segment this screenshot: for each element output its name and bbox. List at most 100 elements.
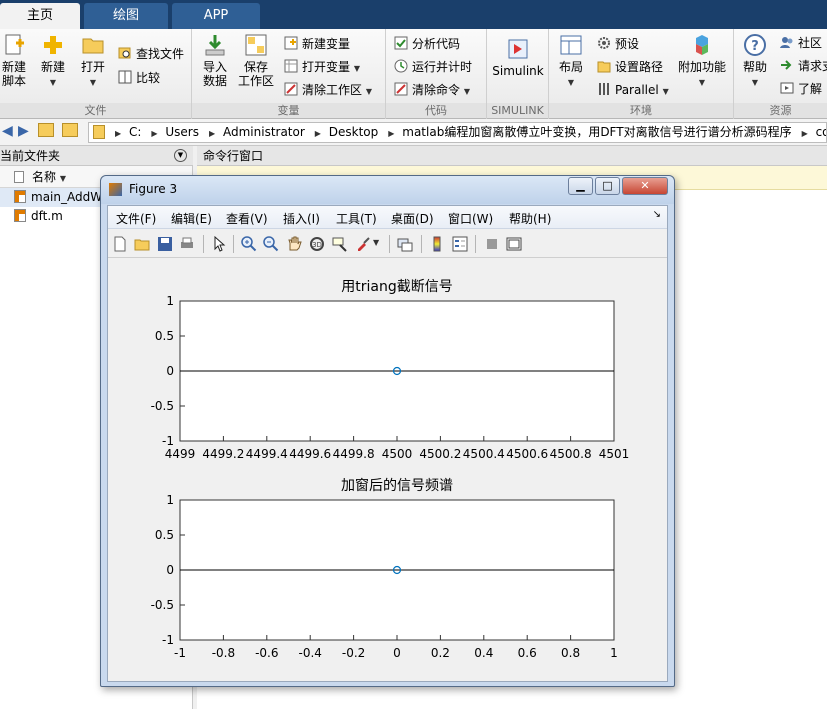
menu-window[interactable]: 窗口(W) <box>448 210 493 227</box>
up-folder-icon[interactable] <box>38 123 54 137</box>
zoom-out-icon[interactable] <box>263 236 279 252</box>
subplot-2[interactable]: 加窗后的信号频谱 1 0.5 0 -0.5 -1 -1 -0.8 -0.6 -0.4 -0.2 0… <box>151 477 618 660</box>
figure-plot-canvas[interactable]: 用triang截断信号 1 0.5 0 -0.5 -1 4499 4499.2 4499.4… <box>108 259 667 679</box>
clear-commands-caret[interactable]: ▼ <box>464 87 470 96</box>
pan-hand-icon[interactable] <box>286 236 302 252</box>
new-variable-button[interactable]: 新建变量 <box>284 35 350 53</box>
layout-button[interactable]: 布局 ▼ <box>555 33 587 90</box>
x-tick-label: 4500.2 <box>419 447 461 461</box>
request-support-button[interactable]: 请求支 <box>780 57 827 75</box>
menu-edit[interactable]: 编辑(E) <box>171 210 212 227</box>
new-figure-icon[interactable] <box>112 236 128 252</box>
breadcrumb-administrator[interactable]: Administrator <box>223 125 305 139</box>
find-files-button[interactable]: 查找文件 <box>118 45 184 63</box>
clear-workspace-icon <box>284 82 298 96</box>
brush-icon[interactable] <box>355 236 371 252</box>
run-and-time-label: 运行并计时 <box>412 60 473 74</box>
save-workspace-button[interactable]: 保存 工作区 <box>236 33 276 88</box>
layout-caret[interactable]: ▼ <box>568 78 574 87</box>
close-button[interactable]: ✕ <box>622 177 668 195</box>
open-button[interactable]: 打开 ▼ <box>76 33 110 90</box>
hide-plot-tools-icon[interactable] <box>484 236 500 252</box>
current-folder-path[interactable]: ▶ C: ▶ Users ▶ Administrator ▶ Desktop ▶ mat… <box>88 122 827 143</box>
y-tick-label: 1 <box>166 294 174 308</box>
preferences-label: 预设 <box>615 37 640 51</box>
breadcrumb-drive[interactable]: C: <box>129 125 141 139</box>
set-path-button[interactable]: 设置路径 <box>597 58 663 76</box>
parallel-button[interactable]: Parallel ▼ <box>597 81 669 99</box>
brush-dropdown-caret[interactable]: ▼ <box>373 238 381 254</box>
help-button[interactable]: ? 帮助 ▼ <box>740 33 770 90</box>
learn-button[interactable]: 了解 <box>780 80 822 98</box>
breadcrumb-code[interactable]: code <box>816 125 826 139</box>
help-caret[interactable]: ▼ <box>752 78 758 87</box>
compare-button[interactable]: 比较 <box>118 69 160 87</box>
new-script-button[interactable]: 新建 脚本 <box>0 33 28 88</box>
browse-folder-icon[interactable] <box>62 123 78 137</box>
clear-workspace-caret[interactable]: ▼ <box>366 87 372 96</box>
menu-view[interactable]: 查看(V) <box>226 210 268 227</box>
sort-caret[interactable]: ▼ <box>60 174 66 183</box>
run-and-time-button[interactable]: 运行并计时 <box>394 58 472 76</box>
tab-plots[interactable]: 绘图 <box>84 3 168 29</box>
forward-arrow-icon[interactable]: ▶ <box>18 123 29 139</box>
menu-desktop[interactable]: 桌面(D) <box>391 210 434 227</box>
name-column-header[interactable]: 名称 <box>32 170 56 184</box>
figure-title-bar[interactable]: Figure 3 ▁ □ ✕ <box>101 176 674 204</box>
file-name: dft.m <box>31 209 63 223</box>
rotate-3d-icon[interactable]: 3D <box>309 236 325 252</box>
current-folder-title: 当前文件夹 <box>0 149 61 163</box>
new-dropdown-caret[interactable]: ▼ <box>50 78 56 87</box>
save-icon[interactable] <box>157 236 173 252</box>
add-ons-caret[interactable]: ▼ <box>699 78 705 87</box>
open-dropdown-caret[interactable]: ▼ <box>90 78 96 87</box>
add-ons-icon <box>696 35 708 55</box>
parallel-caret[interactable]: ▼ <box>663 87 669 96</box>
analyze-code-button[interactable]: 分析代码 <box>394 35 460 53</box>
data-cursor-icon[interactable] <box>332 236 348 252</box>
panel-options-icon[interactable]: ▼ <box>174 149 187 162</box>
open-file-icon[interactable] <box>134 236 150 252</box>
menu-tools[interactable]: 工具(T) <box>336 210 377 227</box>
add-ons-button[interactable]: 附加功能 ▼ <box>677 33 727 90</box>
minimize-button[interactable]: ▁ <box>568 177 593 195</box>
path-separator-icon: ▶ <box>801 129 808 138</box>
zoom-in-icon[interactable] <box>241 236 257 252</box>
pointer-icon[interactable] <box>211 236 227 252</box>
legend-icon[interactable] <box>452 236 468 252</box>
link-plot-icon[interactable] <box>397 236 413 252</box>
menu-help[interactable]: 帮助(H) <box>509 210 551 227</box>
import-data-icon <box>205 35 225 56</box>
open-variable-button[interactable]: 打开变量 ▼ <box>284 58 360 76</box>
colorbar-icon[interactable] <box>429 236 445 252</box>
toolbar-separator <box>203 235 204 253</box>
dock-arrow-icon[interactable]: ↘ <box>653 209 661 220</box>
breadcrumb-project-folder[interactable]: matlab编程加窗离散傅立叶变换，用DFT对离散信号进行谱分析源码程序 <box>402 125 791 139</box>
breadcrumb-users[interactable]: Users <box>165 125 199 139</box>
breadcrumb-desktop[interactable]: Desktop <box>329 125 379 139</box>
community-button[interactable]: 社区 <box>780 34 822 52</box>
import-data-button[interactable]: 导入 数据 <box>200 33 230 88</box>
new-button[interactable]: 新建 ▼ <box>36 33 70 90</box>
menu-insert[interactable]: 插入(I) <box>283 210 320 227</box>
clear-commands-button[interactable]: 清除命令 ▼ <box>394 81 470 99</box>
tab-apps[interactable]: APP <box>172 3 260 29</box>
tab-home[interactable]: 主页 <box>0 3 80 29</box>
clear-workspace-button[interactable]: 清除工作区 ▼ <box>284 81 372 99</box>
show-plot-tools-icon[interactable] <box>506 236 522 252</box>
y-tick-label: -1 <box>162 434 174 448</box>
path-separator-icon: ▶ <box>314 129 321 138</box>
open-variable-label: 打开变量 <box>302 60 351 74</box>
open-variable-caret[interactable]: ▼ <box>354 64 360 73</box>
simulink-button[interactable]: Simulink <box>491 37 545 78</box>
menu-file[interactable]: 文件(F) <box>116 210 156 227</box>
maximize-button[interactable]: □ <box>595 177 620 195</box>
community-label: 社区 <box>798 36 823 50</box>
resources-group-label: 资源 <box>734 103 827 118</box>
add-ons-label: 附加功能 <box>677 60 726 74</box>
preferences-button[interactable]: 预设 <box>597 35 639 53</box>
subplot-1[interactable]: 用triang截断信号 1 0.5 0 -0.5 -1 4499 4499.2 4499.4… <box>151 279 630 461</box>
print-icon[interactable] <box>179 236 195 252</box>
back-arrow-icon[interactable]: ◀ <box>2 123 13 139</box>
x-tick-label: 4500 <box>382 447 413 461</box>
